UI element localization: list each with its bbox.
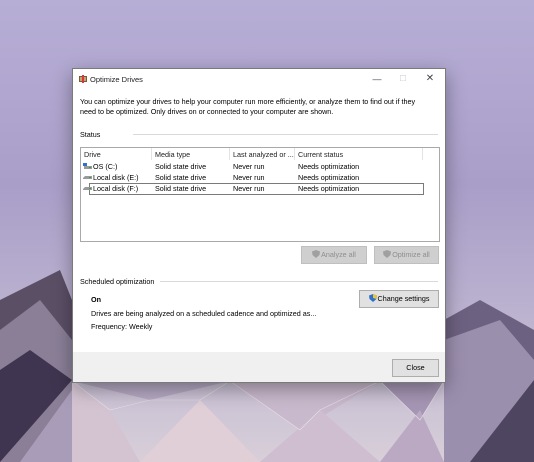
drives-list[interactable]: Drive Media type Last analyzed or ... Cu… [80, 147, 440, 242]
column-header-drive[interactable]: Drive [84, 150, 101, 159]
table-row[interactable]: OS (C:) Solid state drive Never run Need… [81, 161, 439, 172]
schedule-description: Drives are being analyzed on a scheduled… [91, 309, 317, 318]
media-type: Solid state drive [155, 173, 207, 182]
analyze-all-button[interactable]: Analyze all [301, 246, 367, 264]
column-divider[interactable] [229, 148, 230, 160]
close-button[interactable]: Close [392, 359, 439, 377]
drive-name: Local disk (F:) [93, 184, 139, 193]
status-section-label: Status [80, 130, 101, 139]
optimize-drives-app-icon [79, 75, 87, 83]
column-header-last-analyzed[interactable]: Last analyzed or ... [233, 150, 294, 159]
schedule-frequency: Frequency: Weekly [91, 322, 153, 331]
analyze-all-label: Analyze all [321, 250, 356, 259]
maximize-button[interactable]: ☐ [391, 71, 415, 87]
minimize-button[interactable]: — [365, 71, 389, 87]
column-header-current-status[interactable]: Current status [298, 150, 343, 159]
status-divider [133, 134, 438, 135]
close-window-button[interactable]: ✕ [418, 71, 442, 87]
column-header-media-type[interactable]: Media type [155, 150, 190, 159]
uac-shield-icon [368, 294, 377, 302]
uac-shield-icon [312, 250, 321, 258]
drive-name: Local disk (E:) [93, 173, 139, 182]
title-bar[interactable]: Optimize Drives — ☐ ✕ [73, 69, 445, 89]
optimize-drives-window: Optimize Drives — ☐ ✕ You can optimize y… [72, 68, 446, 383]
disk-drive-icon [83, 187, 92, 190]
scheduled-divider [160, 281, 438, 282]
current-status: Needs optimization [298, 184, 360, 193]
table-row-selected[interactable]: Local disk (F:) Solid state drive Never … [81, 183, 439, 195]
optimize-all-label: Optimize all [392, 250, 430, 259]
last-analyzed: Never run [233, 162, 265, 171]
column-divider[interactable] [151, 148, 152, 160]
last-analyzed: Never run [233, 173, 265, 182]
media-type: Solid state drive [155, 162, 207, 171]
schedule-state: On [91, 295, 101, 304]
drive-name: OS (C:) [93, 162, 118, 171]
dialog-footer: Close [73, 352, 445, 382]
column-divider[interactable] [422, 148, 423, 160]
optimize-all-button[interactable]: Optimize all [374, 246, 439, 264]
last-analyzed: Never run [233, 184, 265, 193]
uac-shield-icon [383, 250, 392, 258]
current-status: Needs optimization [298, 162, 360, 171]
close-label: Close [406, 363, 425, 372]
description-text: You can optimize your drives to help you… [80, 97, 416, 116]
table-row[interactable]: Local disk (E:) Solid state drive Never … [81, 172, 439, 183]
media-type: Solid state drive [155, 184, 207, 193]
change-settings-label: Change settings [377, 294, 430, 303]
column-divider[interactable] [294, 148, 295, 160]
change-settings-button[interactable]: Change settings [359, 290, 439, 308]
os-drive-icon [83, 163, 92, 169]
scheduled-section-label: Scheduled optimization [80, 277, 155, 286]
current-status: Needs optimization [298, 173, 360, 182]
disk-drive-icon [83, 176, 92, 179]
window-title: Optimize Drives [90, 75, 143, 84]
